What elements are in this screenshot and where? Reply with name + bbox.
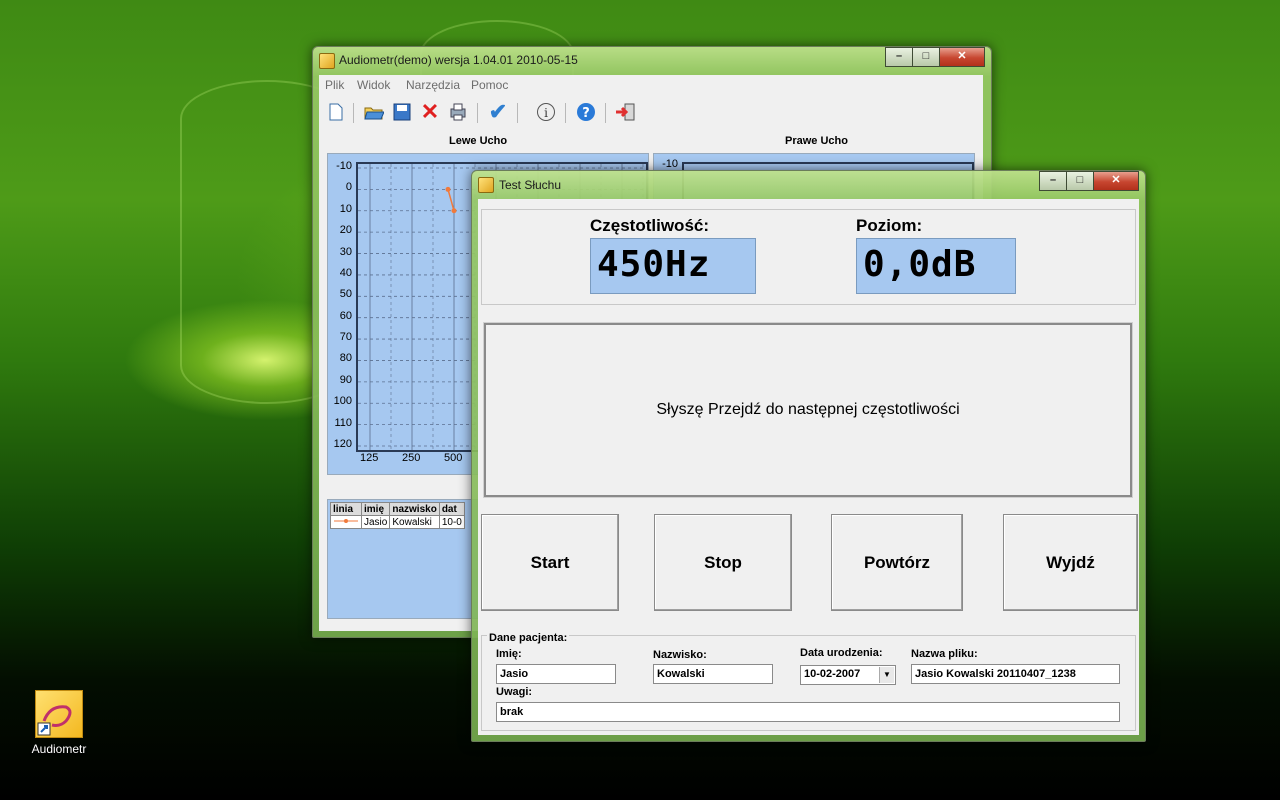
menu-bar: Plik Widok Narzędzia Pomoc [319,75,983,95]
main-window-title: Audiometr(demo) wersja 1.04.01 2010-05-1… [339,53,578,67]
close-button[interactable]: ✕ [939,47,985,67]
test-dialog-titlebar[interactable]: Test Słuchu – □ ✕ [472,171,1145,197]
y-tick-label: 90 [339,373,352,386]
first-name-label: Imię: [496,648,522,660]
frequency-label: Częstotliwość: [590,216,710,235]
y-tick-label: 120 [333,438,352,450]
app-title-icon [319,53,335,69]
y-tick-label: 70 [339,331,352,344]
menu-narzedzia[interactable]: Narzędzia [406,78,460,92]
toolbar-separator [477,103,478,123]
last-name-field[interactable] [653,664,773,684]
menu-plik[interactable]: Plik [325,78,344,92]
y-tick-label: 20 [339,224,352,237]
exit-dialog-button[interactable]: Wyjdź [1003,514,1138,611]
svg-text:?: ? [582,106,590,121]
legend-nazwisko: Kowalski [389,515,440,529]
main-window-titlebar[interactable]: Audiometr(demo) wersja 1.04.01 2010-05-1… [313,47,991,73]
minimize-button[interactable]: – [885,47,913,67]
chevron-down-icon[interactable]: ▼ [879,667,894,683]
first-name-field[interactable] [496,664,616,684]
desktop-icon-label: Audiometr [31,742,87,756]
menu-widok[interactable]: Widok [357,78,390,92]
right-ear-title: Prawe Ucho [785,135,848,147]
birth-date-dropdown[interactable]: 10-02-2007 ▼ [800,665,896,685]
desktop-shortcut-audiometr[interactable]: Audiometr [28,690,90,756]
patient-group-label: Dane pacjenta: [487,632,570,644]
last-name-label: Nazwisko: [653,649,707,661]
file-name-label: Nazwa pliku: [911,648,978,660]
y-tick-label: 80 [339,352,352,365]
dialog-close-button[interactable]: ✕ [1093,171,1139,191]
notes-label: Uwagi: [496,686,533,698]
y-tick-label: 0 [345,181,352,194]
series-point [445,186,451,192]
y-tick-label: 110 [334,416,352,429]
svg-text:i: i [544,106,548,120]
level-display: 0,0dB [856,238,1016,294]
toolbar-separator [565,103,566,123]
file-name-field[interactable] [911,664,1120,684]
dialog-title-icon [478,177,494,193]
legend-header-imie: imię [360,502,391,516]
check-icon[interactable]: ✔ [487,99,509,124]
series-line [447,189,455,211]
x-tick-label: 250 [402,452,421,464]
y-tick-label: 100 [333,395,352,408]
menu-pomoc[interactable]: Pomoc [471,78,508,92]
birth-date-label: Data urodzenia: [800,647,883,659]
toolbar-separator [517,103,518,123]
dialog-maximize-button[interactable]: □ [1066,171,1094,191]
y-tick-label: 40 [339,266,352,279]
legend-table: linia imię nazwisko dat Jasio Kowalski 1… [330,502,465,529]
notes-field[interactable] [496,702,1120,722]
repeat-button[interactable]: Powtórz [831,514,963,611]
left-ear-title: Lewe Ucho [449,135,508,147]
x-tick-label: 500 [444,452,463,464]
y-tick-label: 60 [339,309,352,322]
new-file-icon[interactable] [325,101,347,123]
maximize-button[interactable]: □ [912,47,940,67]
save-icon[interactable] [391,101,413,123]
test-dialog-title: Test Słuchu [499,178,562,192]
delete-icon[interactable]: ✕ [419,99,441,124]
status-message: Słyszę Przejdź do następnej częstotliwoś… [483,322,1133,498]
exit-icon[interactable] [615,101,637,123]
stop-button[interactable]: Stop [654,514,792,611]
readout-group: Częstotliwość: 450Hz Poziom: 0,0dB [481,209,1136,305]
legend-row[interactable]: Jasio Kowalski 10-0 [330,515,465,529]
birth-date-value: 10-02-2007 [804,668,861,680]
y-tick-label: 50 [339,288,352,301]
legend-line-swatch [330,515,362,529]
y-tick-label: 30 [339,245,352,258]
audiometr-app-icon [35,690,83,738]
info-icon[interactable]: i [535,101,557,123]
frequency-display: 450Hz [590,238,756,294]
help-icon[interactable]: ? [575,101,597,123]
legend-header-data: dat [438,502,465,516]
print-icon[interactable] [447,101,469,123]
legend-data: 10-0 [438,515,465,529]
toolbar-separator [353,103,354,123]
y-tick-label: -10 [336,160,352,172]
toolbar-separator [605,103,606,123]
test-dialog: Test Słuchu – □ ✕ Częstotliwość: 450Hz P… [471,170,1146,742]
dialog-minimize-button[interactable]: – [1039,171,1067,191]
start-button[interactable]: Start [481,514,619,611]
x-tick-label: 125 [360,452,379,464]
test-dialog-client: Częstotliwość: 450Hz Poziom: 0,0dB Słysz… [478,199,1139,735]
y-tick-label: 10 [339,202,352,215]
legend-imie: Jasio [360,515,391,529]
level-label: Poziom: [856,216,923,235]
legend-header-linia: linia [330,502,362,516]
right-y-tick: -10 [662,158,678,170]
toolbar: ✕ ✔ i ? [319,97,983,129]
series-point [451,208,457,214]
open-folder-icon[interactable] [363,101,385,123]
patient-group: Dane pacjenta: Imię: Nazwisko: Data urod… [481,632,1136,731]
legend-header-nazwisko: nazwisko [389,502,440,516]
